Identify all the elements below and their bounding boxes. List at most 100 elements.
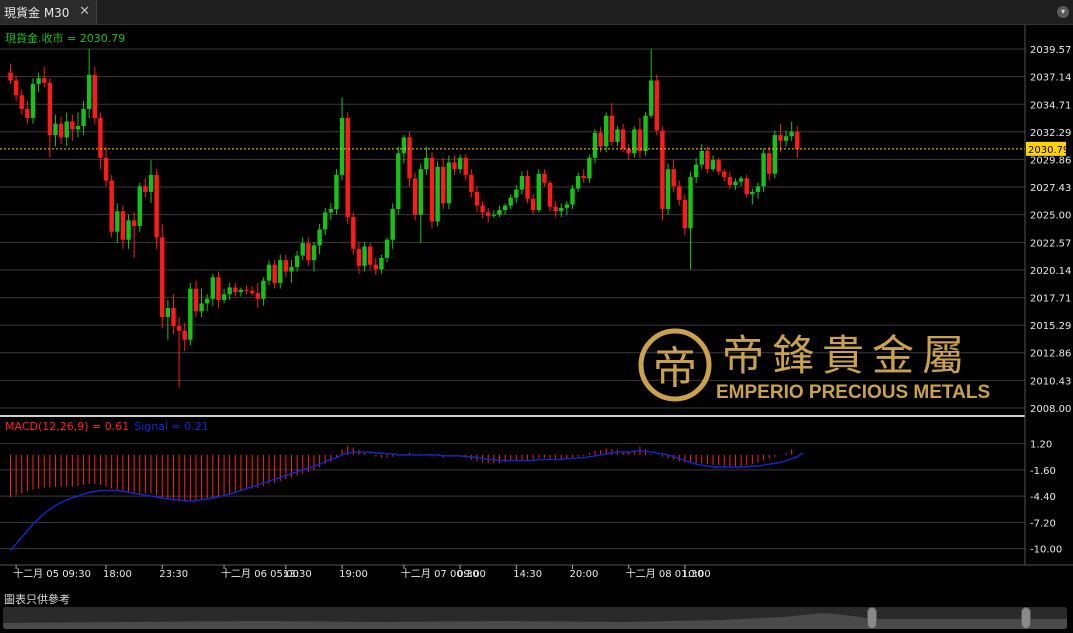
signal-legend-value: Signal = 0.21 xyxy=(134,420,209,433)
candle-body xyxy=(81,108,86,126)
candle-body xyxy=(283,260,289,272)
time-tick-label: 十二月 05 09:30 xyxy=(13,567,91,580)
candle-body xyxy=(126,220,131,240)
candle-body xyxy=(120,211,126,240)
candle-body xyxy=(160,237,165,318)
candle-body xyxy=(519,176,525,190)
candle-body xyxy=(244,289,249,291)
candle-body xyxy=(30,83,36,119)
candle-body xyxy=(575,176,581,189)
candle-body xyxy=(677,186,682,200)
candle-body xyxy=(25,108,30,119)
candle-body xyxy=(502,205,508,211)
candle-body xyxy=(429,157,435,222)
candle-body xyxy=(19,95,24,109)
candle-body xyxy=(98,118,103,158)
candle-body xyxy=(328,208,334,213)
macd-tick-label: -4.40 xyxy=(1030,492,1056,503)
chart-scrollbar[interactable] xyxy=(3,607,1067,629)
candle-body xyxy=(660,130,665,209)
candle-body xyxy=(8,72,13,81)
candle-body xyxy=(778,135,783,141)
time-tick-label: 14:30 xyxy=(513,569,542,580)
candle-body xyxy=(278,260,283,283)
candle-body xyxy=(261,280,266,299)
candle-body xyxy=(384,239,390,258)
candle-body xyxy=(42,78,47,83)
candle-body xyxy=(345,118,350,217)
price-tick-label: 2008.00 xyxy=(1030,404,1071,415)
candle-body xyxy=(115,211,120,232)
chevron-down-icon[interactable]: ▾ xyxy=(1057,6,1069,18)
candle-body xyxy=(671,169,676,187)
tab-chart[interactable]: 現貨金 M30 ✕ xyxy=(0,0,97,24)
candle-body xyxy=(317,229,322,246)
tab-bar: 現貨金 M30 ✕ ▾ xyxy=(0,0,1073,25)
time-tick-label: 19:00 xyxy=(339,569,368,580)
candle-body xyxy=(654,80,659,131)
logo-english-text: EMPERIO PRECIOUS METALS xyxy=(716,382,990,403)
candle-body xyxy=(351,216,356,249)
candle-body xyxy=(648,80,654,116)
time-tick-label: 20:00 xyxy=(570,569,599,580)
candle-body xyxy=(598,132,603,147)
candle-body xyxy=(553,206,558,212)
scroll-handle-left[interactable] xyxy=(867,607,877,629)
candle-body xyxy=(435,166,440,222)
candle-body xyxy=(92,74,97,119)
candle-body xyxy=(182,330,187,340)
price-tick-label: 2039.57 xyxy=(1030,45,1071,56)
tab-label: 現貨金 M30 xyxy=(4,5,70,20)
chart-area[interactable]: 2039.57 2037.14 2034.71 2032.29 2029.86 2027.… xyxy=(0,25,1073,591)
candle-body xyxy=(682,199,688,229)
candle-body xyxy=(727,177,733,186)
macd-legend-value: MACD(12,26,9) = 0.61 xyxy=(5,420,129,433)
candle-body xyxy=(412,178,418,215)
candle-body xyxy=(294,255,300,267)
price-tick-label: 2010.43 xyxy=(1030,376,1071,387)
candle-body xyxy=(738,178,744,182)
candle-body xyxy=(407,137,412,179)
candle-body xyxy=(772,135,778,174)
close-icon[interactable]: ✕ xyxy=(79,4,90,19)
candle-body xyxy=(767,153,772,174)
candle-body xyxy=(379,257,384,270)
candle-body xyxy=(570,188,575,205)
candle-body xyxy=(643,115,648,152)
macd-tick-label: -10.00 xyxy=(1030,545,1062,556)
price-tick-label: 2032.29 xyxy=(1030,128,1071,139)
price-tick-label: 2015.29 xyxy=(1030,321,1071,332)
candle-body xyxy=(783,136,789,141)
candle-body xyxy=(165,307,171,318)
candle-body xyxy=(154,174,159,238)
price-legend: 現貨金.收市 = 2030.79 xyxy=(5,31,125,45)
time-tick-label: 18:00 xyxy=(103,569,132,580)
candle-body xyxy=(103,157,109,181)
candle-body xyxy=(47,82,53,136)
candle-body xyxy=(424,157,429,170)
candle-body xyxy=(311,245,317,261)
macd-tick-label: 1.20 xyxy=(1030,440,1052,451)
candle-body xyxy=(58,123,64,138)
candle-body xyxy=(604,115,609,147)
candle-body xyxy=(255,293,260,299)
price-tick-label: 2027.43 xyxy=(1030,183,1071,194)
logo-mark: 帝 xyxy=(653,343,697,394)
candle-body xyxy=(300,243,305,256)
candle-body xyxy=(457,157,463,170)
candle-body xyxy=(137,186,142,227)
candle-body xyxy=(210,277,216,299)
candle-body xyxy=(373,264,378,270)
last-price-label: 2030.79 xyxy=(1028,145,1069,156)
candle-body xyxy=(693,164,699,178)
candle-body xyxy=(722,171,727,178)
candle-body xyxy=(356,248,362,266)
candle-body xyxy=(131,220,137,227)
candle-body xyxy=(530,198,536,211)
candle-body xyxy=(143,186,148,192)
scroll-handle-right[interactable] xyxy=(1021,607,1031,629)
candle-body xyxy=(339,118,345,175)
candle-body xyxy=(699,151,704,165)
candle-body xyxy=(474,191,480,206)
candle-body xyxy=(452,162,457,170)
